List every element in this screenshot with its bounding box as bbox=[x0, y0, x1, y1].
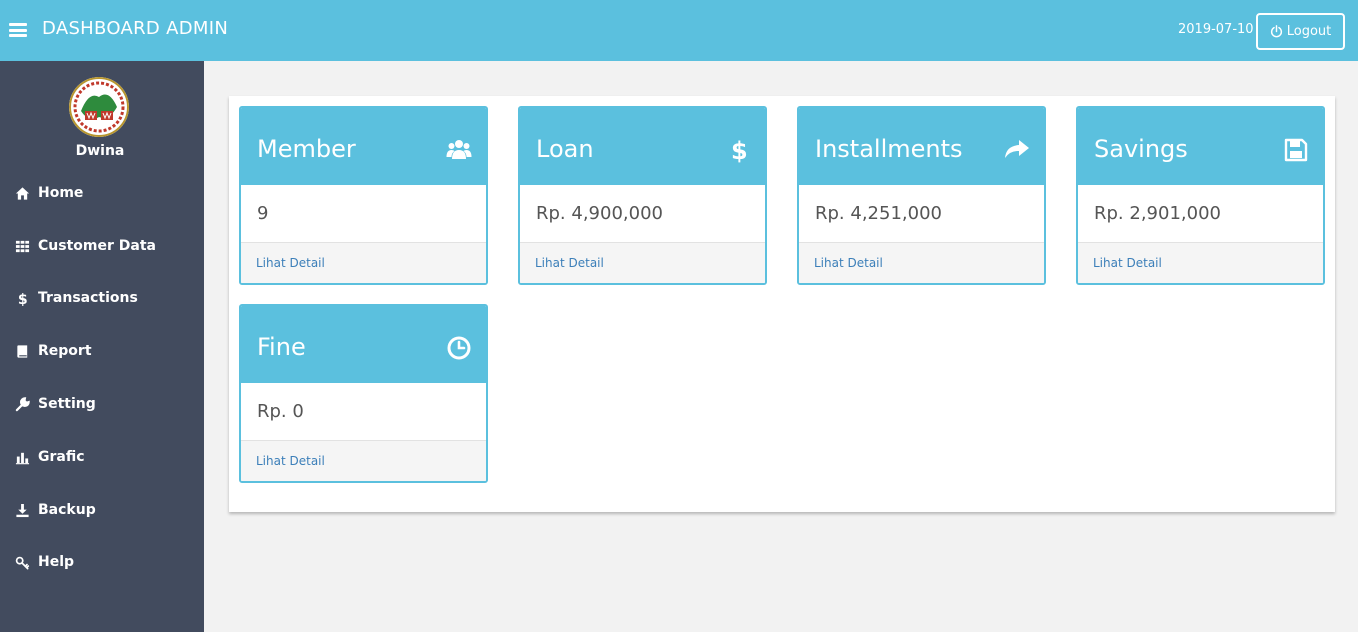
book-icon bbox=[14, 343, 30, 359]
dollar-icon: $ bbox=[731, 137, 748, 163]
view-detail-link[interactable]: Lihat Detail bbox=[241, 441, 486, 481]
view-detail-link[interactable]: Lihat Detail bbox=[241, 243, 486, 283]
view-detail-link[interactable]: Lihat Detail bbox=[799, 243, 1044, 283]
card-title: Installments bbox=[815, 135, 963, 163]
organization-logo bbox=[69, 77, 129, 137]
sidebar-item-help[interactable]: Help bbox=[0, 542, 204, 582]
sidebar-item-transactions[interactable]: $ Transactions bbox=[0, 278, 204, 318]
app-title: DASHBOARD ADMIN bbox=[42, 18, 229, 39]
card-header: Loan $ bbox=[520, 108, 765, 185]
card-title: Fine bbox=[257, 333, 306, 361]
logout-label: Logout bbox=[1286, 24, 1332, 39]
share-arrow-icon bbox=[1005, 140, 1029, 158]
dollar-icon: $ bbox=[14, 290, 30, 306]
svg-text:$: $ bbox=[17, 292, 27, 306]
fine-card: Fine Rp. 0 Lihat Detail bbox=[239, 304, 488, 483]
view-detail-link[interactable]: Lihat Detail bbox=[1078, 243, 1323, 283]
sidebar-item-grafic[interactable]: Grafic bbox=[0, 437, 204, 477]
logout-button[interactable]: Logout bbox=[1256, 13, 1345, 50]
grid-icon bbox=[14, 238, 30, 254]
sidebar-item-label: Setting bbox=[38, 396, 96, 412]
card-value: Rp. 4,900,000 bbox=[520, 185, 765, 243]
power-icon bbox=[1270, 25, 1282, 38]
sidebar-item-label: Customer Data bbox=[38, 238, 156, 254]
card-title: Savings bbox=[1094, 135, 1188, 163]
sidebar-item-report[interactable]: Report bbox=[0, 331, 204, 371]
key-icon bbox=[14, 554, 30, 570]
card-value: Rp. 4,251,000 bbox=[799, 185, 1044, 243]
home-icon bbox=[14, 185, 30, 201]
clock-icon bbox=[447, 336, 471, 360]
card-header: Savings bbox=[1078, 108, 1323, 185]
sidebar-item-label: Report bbox=[38, 343, 92, 359]
sidebar-item-setting[interactable]: Setting bbox=[0, 384, 204, 424]
floppy-disk-icon bbox=[1284, 138, 1308, 162]
card-value: Rp. 2,901,000 bbox=[1078, 185, 1323, 243]
member-card: Member 9 Lihat Detail bbox=[239, 106, 488, 285]
card-header: Installments bbox=[799, 108, 1044, 185]
avatar bbox=[69, 77, 129, 137]
card-title: Member bbox=[257, 135, 356, 163]
card-header: Member bbox=[241, 108, 486, 185]
sidebar-item-label: Help bbox=[38, 554, 75, 570]
savings-card: Savings Rp. 2,901,000 Lihat Detail bbox=[1076, 106, 1325, 285]
loan-card: Loan $ Rp. 4,900,000 Lihat Detail bbox=[518, 106, 767, 285]
sidebar-item-label: Transactions bbox=[38, 290, 138, 306]
users-icon bbox=[446, 140, 472, 159]
sidebar-item-label: Grafic bbox=[38, 449, 85, 465]
hamburger-menu-icon[interactable] bbox=[9, 23, 27, 37]
card-value: Rp. 0 bbox=[241, 383, 486, 441]
sidebar-item-home[interactable]: Home bbox=[0, 173, 204, 213]
sidebar-item-backup[interactable]: Backup bbox=[0, 490, 204, 530]
card-title: Loan bbox=[536, 135, 594, 163]
current-date: 2019-07-10 bbox=[1178, 22, 1254, 37]
svg-text:$: $ bbox=[731, 137, 748, 163]
username: Dwina bbox=[75, 143, 125, 159]
card-value: 9 bbox=[241, 185, 486, 243]
wrench-icon bbox=[14, 396, 30, 412]
sidebar-item-label: Home bbox=[38, 185, 84, 201]
top-bar: DASHBOARD ADMIN 2019-07-10 Logout bbox=[0, 0, 1358, 61]
download-icon bbox=[14, 502, 30, 518]
dashboard-panel: Member 9 Lihat Detail Loan $ Rp. 4,900,0… bbox=[229, 96, 1335, 512]
sidebar-item-customer-data[interactable]: Customer Data bbox=[0, 226, 204, 266]
sidebar-item-label: Backup bbox=[38, 502, 96, 518]
installments-card: Installments Rp. 4,251,000 Lihat Detail bbox=[797, 106, 1046, 285]
card-header: Fine bbox=[241, 306, 486, 383]
view-detail-link[interactable]: Lihat Detail bbox=[520, 243, 765, 283]
bar-chart-icon bbox=[14, 449, 30, 465]
sidebar: Dwina Home Customer Data $ Transactions … bbox=[0, 61, 204, 632]
